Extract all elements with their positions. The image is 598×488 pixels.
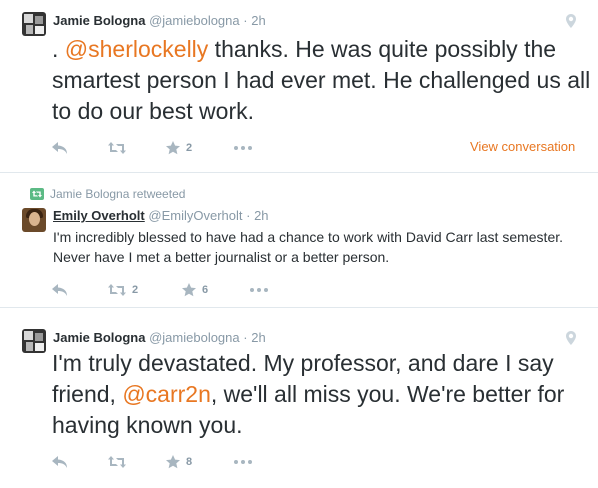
star-icon bbox=[166, 455, 180, 469]
retweet-icon bbox=[108, 284, 126, 296]
tweet-header: Emily Overholt @EmilyOverholt · 2h bbox=[53, 208, 269, 224]
tweet-actions: 2 6 bbox=[52, 282, 352, 298]
geo-pin-icon[interactable] bbox=[566, 331, 576, 345]
more-button[interactable] bbox=[234, 454, 252, 470]
retweet-button[interactable] bbox=[108, 140, 132, 156]
more-icon bbox=[234, 146, 252, 150]
separator: · bbox=[243, 13, 248, 28]
tweet-text-prefix: . bbox=[52, 36, 65, 62]
author-name[interactable]: Jamie Bologna bbox=[53, 13, 145, 28]
author-handle[interactable]: @EmilyOverholt bbox=[148, 208, 242, 223]
avatar[interactable] bbox=[22, 12, 46, 36]
favorite-count: 2 bbox=[186, 142, 193, 154]
reply-icon bbox=[52, 456, 67, 468]
author-name[interactable]: Jamie Bologna bbox=[53, 330, 145, 345]
favorite-button[interactable]: 6 bbox=[182, 282, 208, 298]
retweet-button[interactable] bbox=[108, 454, 132, 470]
author-handle[interactable]: @jamiebologna bbox=[149, 330, 240, 345]
tweet-text: I'm incredibly blessed to have had a cha… bbox=[53, 229, 564, 265]
more-icon bbox=[250, 288, 268, 292]
favorite-button[interactable]: 2 bbox=[166, 140, 192, 156]
tweet-text: I'm truly devastated. My professor, and … bbox=[52, 348, 597, 441]
view-conversation-link[interactable]: View conversation bbox=[470, 139, 575, 154]
reply-button[interactable] bbox=[52, 282, 68, 298]
timestamp[interactable]: 2h bbox=[251, 13, 265, 28]
reply-icon bbox=[52, 284, 67, 296]
star-icon bbox=[182, 283, 196, 297]
timestamp[interactable]: 2h bbox=[254, 208, 268, 223]
retweet-icon bbox=[108, 142, 126, 154]
more-button[interactable] bbox=[234, 140, 252, 156]
author-name[interactable]: Emily Overholt bbox=[53, 208, 145, 223]
mention-link[interactable]: @sherlockelly bbox=[65, 36, 209, 62]
mention-link[interactable]: @carr2n bbox=[122, 381, 211, 407]
geo-pin-icon[interactable] bbox=[566, 14, 576, 28]
tweet-header: Jamie Bologna @jamiebologna · 2h bbox=[53, 13, 266, 29]
retweet-count: 2 bbox=[132, 284, 139, 296]
tweet[interactable]: Jamie Bologna retweeted Emily Overholt @… bbox=[0, 173, 598, 308]
avatar[interactable] bbox=[22, 208, 46, 232]
separator: · bbox=[243, 330, 248, 345]
tweet-header: Jamie Bologna @jamiebologna · 2h bbox=[53, 330, 266, 346]
avatar[interactable] bbox=[22, 329, 46, 353]
favorite-count: 6 bbox=[202, 284, 209, 296]
separator: · bbox=[246, 208, 251, 223]
tweet-actions: 2 bbox=[52, 140, 352, 156]
retweet-button[interactable]: 2 bbox=[108, 282, 138, 298]
star-icon bbox=[166, 141, 180, 155]
tweet-text: . @sherlockelly thanks. He was quite pos… bbox=[52, 34, 597, 127]
tweet-actions: 8 bbox=[52, 454, 352, 470]
reply-icon bbox=[52, 142, 67, 154]
favorite-button[interactable]: 8 bbox=[166, 454, 192, 470]
retweet-icon bbox=[108, 456, 126, 468]
retweet-icon bbox=[30, 188, 44, 200]
tweet[interactable]: Jamie Bologna @jamiebologna · 2h I'm tru… bbox=[0, 308, 598, 488]
favorite-count: 8 bbox=[186, 456, 193, 468]
more-button[interactable] bbox=[250, 282, 268, 298]
author-handle[interactable]: @jamiebologna bbox=[149, 13, 240, 28]
retweet-context-label[interactable]: Jamie Bologna retweeted bbox=[50, 187, 185, 201]
tweet[interactable]: Jamie Bologna @jamiebologna · 2h . @sher… bbox=[0, 0, 598, 173]
retweet-context: Jamie Bologna retweeted bbox=[30, 187, 185, 201]
reply-button[interactable] bbox=[52, 140, 68, 156]
more-icon bbox=[234, 460, 252, 464]
timestamp[interactable]: 2h bbox=[251, 330, 265, 345]
reply-button[interactable] bbox=[52, 454, 68, 470]
